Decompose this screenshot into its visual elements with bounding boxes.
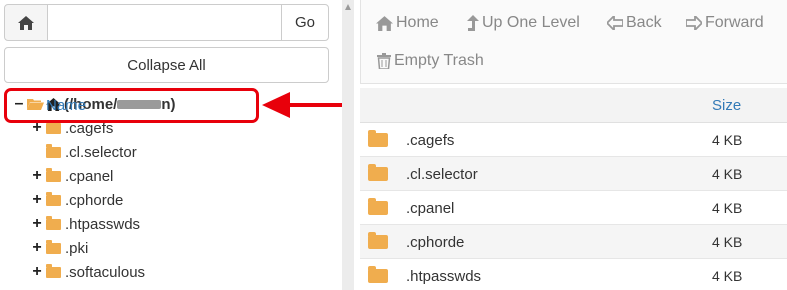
column-header-name[interactable]: Name [46,97,86,114]
annotation-arrow [262,92,342,118]
file-size-cell: 4 KB [712,268,743,284]
folder-icon [368,130,388,147]
arrow-right-icon [686,16,702,30]
toolbar-home-button[interactable]: Home [376,14,439,32]
path-input[interactable] [48,4,281,41]
folder-icon [368,266,388,283]
tree-item[interactable]: + .cpanel [0,164,340,188]
path-bar: Go [4,4,329,41]
file-name-cell: .cagefs [406,132,455,149]
folder-icon [368,164,388,181]
toolbar-home-label: Home [396,14,439,31]
tree-item[interactable]: + .pki [0,236,340,260]
panel-splitter[interactable] [342,0,354,290]
toolbar-back-label: Back [626,14,662,31]
table-row[interactable]: .cpanel 4 KB [360,191,787,225]
toolbar-forward-button[interactable]: Forward [686,14,764,32]
tree-item-label: .softaculous [65,263,146,281]
column-header-size[interactable]: Size [712,97,741,114]
tree-item[interactable]: + .softaculous [0,260,340,284]
folder-icon [368,198,388,215]
file-size-cell: 4 KB [712,132,743,148]
file-name-cell: .cpanel [406,200,455,217]
collapse-all-button[interactable]: Collapse All [4,47,329,83]
folder-icon [46,191,61,206]
table-row[interactable]: .htpasswds 4 KB [360,259,787,290]
home-icon [376,15,393,31]
file-name-cell: .cl.selector [406,166,478,183]
toolbar-up-button[interactable]: Up One Level [467,14,580,32]
tree-item-label: .htpasswds [65,215,141,233]
table-header: Name Size [46,88,787,123]
expand-toggle[interactable]: + [31,215,43,233]
expand-toggle[interactable]: + [31,263,43,281]
toolbar-empty-trash-button[interactable]: Empty Trash [377,52,484,70]
table-row[interactable]: .cl.selector 4 KB [360,157,787,191]
folder-icon [46,143,61,158]
expand-toggle[interactable]: + [31,239,43,257]
toolbar-up-label: Up One Level [482,14,580,31]
level-up-icon [467,15,479,31]
expand-toggle[interactable]: + [31,167,43,185]
toolbar: Home Up One Level Back Forward Empty Tra… [360,0,787,84]
file-name-cell: .htpasswds [406,268,482,285]
tree-item[interactable]: + .cphorde [0,188,340,212]
folder-icon [46,239,61,254]
tree-item-label: .cl.selector [65,143,137,161]
directory-tree-panel: Go Collapse All – (/home/n) + .cagefs .c… [0,0,342,290]
arrow-left-icon [607,16,623,30]
folder-icon [368,232,388,249]
file-name-cell: .cphorde [406,234,465,251]
folder-icon [46,263,61,278]
file-size-cell: 4 KB [712,234,743,250]
file-size-cell: 4 KB [712,200,743,216]
home-button[interactable] [4,4,48,41]
trash-icon [377,53,391,69]
folder-icon [46,167,61,182]
toolbar-forward-label: Forward [705,14,764,31]
table-row[interactable]: .cphorde 4 KB [360,225,787,259]
scroll-up-icon[interactable] [345,4,351,12]
tree-item[interactable]: .cl.selector [0,140,340,164]
folder-icon [46,215,61,230]
tree-item[interactable]: + .htpasswds [0,212,340,236]
tree-item-label: .cphorde [65,191,124,209]
file-table: Name Size .cagefs 4 KB .cl.selector 4 KB… [46,88,787,290]
expand-toggle[interactable]: + [31,191,43,209]
go-button[interactable]: Go [281,4,329,41]
tree-item-label: .cpanel [65,167,114,185]
table-row[interactable]: .cagefs 4 KB [360,123,787,157]
tree-item-label: .pki [65,239,89,257]
file-list-panel: Home Up One Level Back Forward Empty Tra… [46,0,787,290]
folder-icon [46,119,61,134]
toolbar-empty-trash-label: Empty Trash [394,52,484,69]
toolbar-back-button[interactable]: Back [607,14,662,32]
file-size-cell: 4 KB [712,166,743,182]
home-icon [18,15,34,30]
annotation-highlight-box [4,88,259,123]
